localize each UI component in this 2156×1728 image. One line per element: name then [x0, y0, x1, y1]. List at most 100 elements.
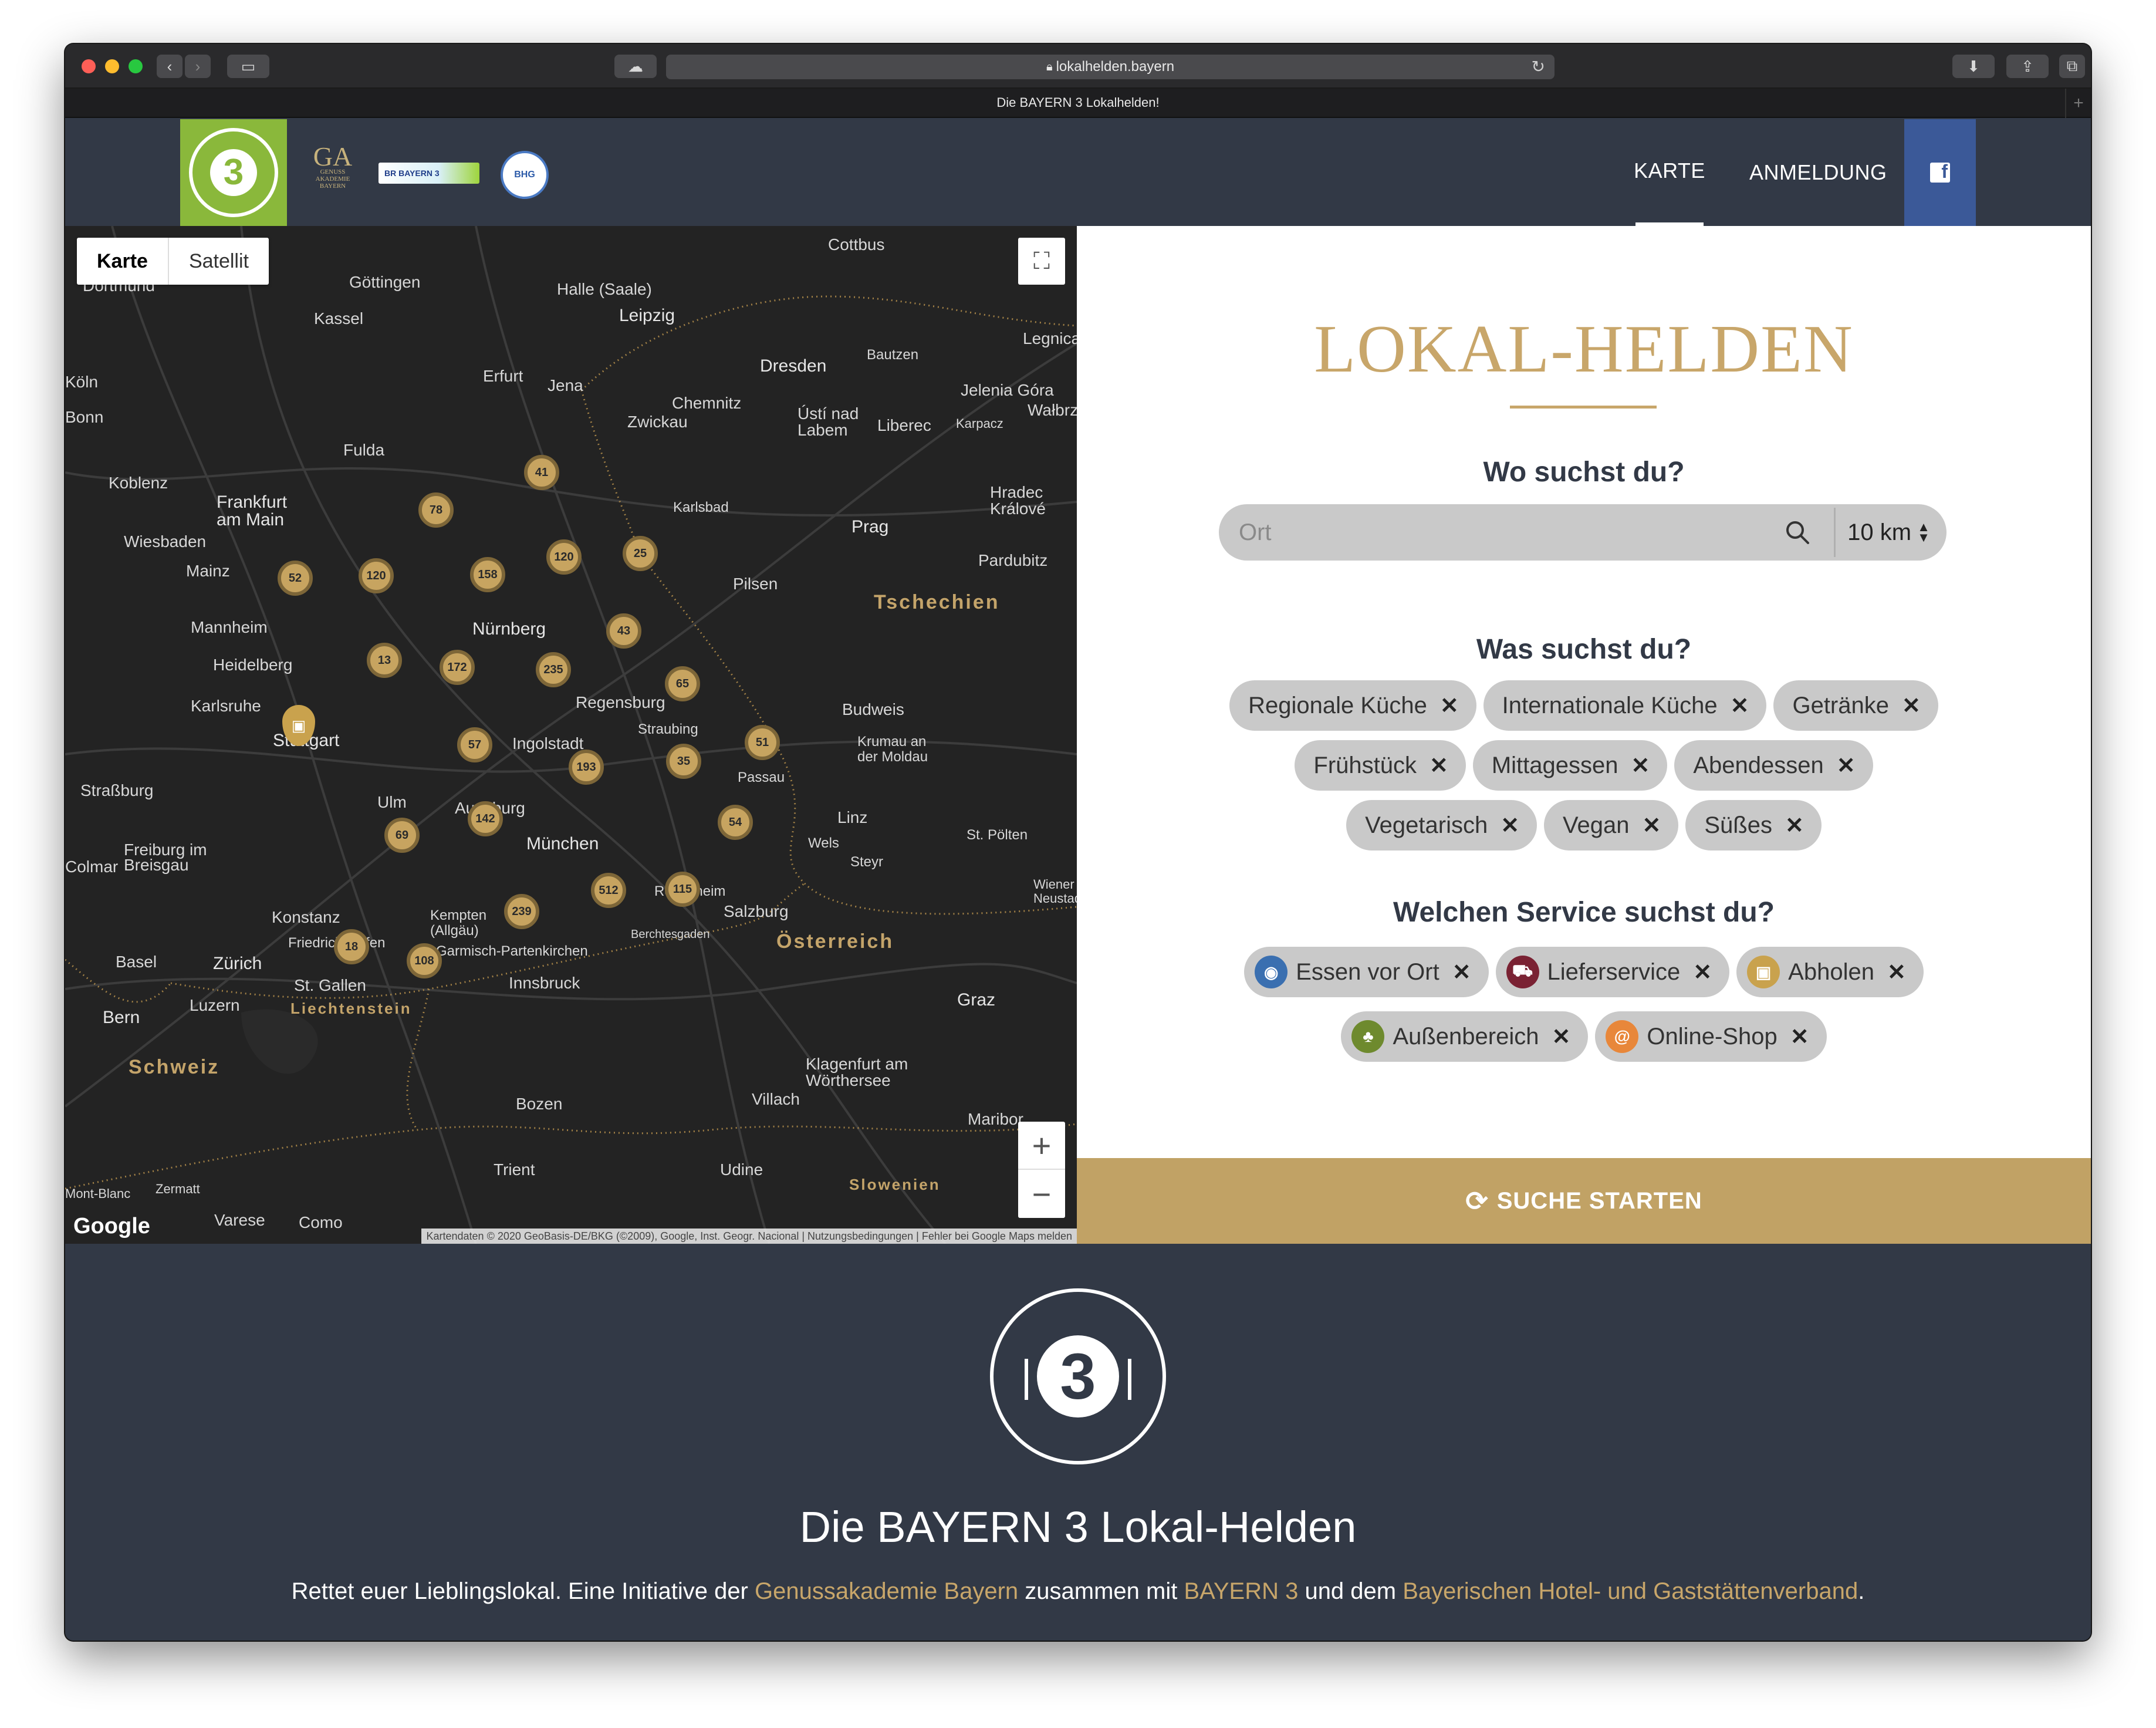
close-icon[interactable]: ✕ — [1643, 812, 1661, 839]
map-city: Linz — [837, 808, 868, 826]
service-chip[interactable]: ♣ Außenbereich ✕ — [1341, 1011, 1589, 1062]
service-chip[interactable]: @ Online-Shop ✕ — [1595, 1011, 1827, 1062]
address-bar[interactable]: 🔒︎ lokalhelden.bayern ↻ — [666, 55, 1555, 79]
map-type-satellit[interactable]: Satellit — [169, 238, 269, 285]
category-chip[interactable]: Getränke ✕ — [1773, 680, 1938, 731]
map[interactable]: Dortmund Göttingen Kassel Halle (Saale) … — [65, 226, 1077, 1244]
map-country: Slowenien — [849, 1176, 941, 1193]
nav-karte[interactable]: KARTE — [1634, 119, 1705, 226]
map-city: Köln — [65, 373, 99, 391]
close-icon[interactable]: ✕ — [1790, 1024, 1809, 1050]
lokalhelden-logo[interactable]: 3 — [180, 119, 287, 226]
map-cluster-marker[interactable]: 43 — [606, 613, 641, 649]
map-cluster-marker[interactable]: 115 — [665, 872, 700, 907]
close-icon[interactable]: ✕ — [1902, 693, 1921, 719]
start-search-button[interactable]: ⟳ SUCHE STARTEN — [1077, 1158, 2091, 1244]
service-chip[interactable]: ◉ Essen vor Ort ✕ — [1244, 947, 1489, 997]
bayern3-link[interactable]: BAYERN 3 — [1184, 1578, 1298, 1604]
map-cluster-marker[interactable]: 52 — [278, 561, 313, 596]
map-cluster-marker[interactable]: 120 — [546, 539, 582, 575]
close-icon[interactable]: ✕ — [1631, 752, 1650, 779]
map-attribution[interactable]: Kartendaten © 2020 GeoBasis-DE/BKG (©200… — [421, 1228, 1077, 1244]
partner-logo-genussakademie[interactable]: GA GENUSS AKADEMIE BAYERN — [306, 143, 360, 190]
browser-window: ‹ › ▭ ☁ 🔒︎ lokalhelden.bayern ↻ ⬇ ⇪ ⧉ Di… — [65, 44, 2091, 1641]
footer-text: Rettet euer Lieblingslokal. Eine Initiat… — [65, 1578, 2091, 1605]
close-icon[interactable]: ✕ — [1430, 752, 1448, 779]
close-icon[interactable]: ✕ — [1552, 1024, 1570, 1050]
zoom-window-button[interactable] — [129, 59, 143, 73]
map-type-karte[interactable]: Karte — [77, 238, 169, 285]
map-cluster-marker[interactable]: 172 — [440, 650, 475, 685]
category-chip[interactable]: Frühstück ✕ — [1295, 740, 1466, 791]
map-cluster-marker[interactable]: 235 — [536, 652, 571, 687]
bhg-link[interactable]: Bayerischen Hotel- und Gaststättenverban… — [1403, 1578, 1858, 1604]
tabs-overview-button[interactable]: ⧉ — [2059, 55, 2085, 78]
category-chip[interactable]: Abendessen ✕ — [1674, 740, 1873, 791]
close-icon[interactable]: ✕ — [1837, 752, 1856, 779]
partner-logo-bhg[interactable]: BHG — [501, 151, 549, 199]
refresh-icon: ⟳ — [1465, 1186, 1489, 1216]
service-chip[interactable]: ▣ Abholen ✕ — [1736, 947, 1924, 997]
tab-title[interactable]: Die BAYERN 3 Lokalhelden! — [996, 95, 1159, 110]
map-city: Bern — [103, 1008, 140, 1027]
map-cluster-marker[interactable]: 25 — [623, 536, 658, 571]
map-cluster-marker[interactable]: 65 — [665, 666, 700, 701]
category-chip[interactable]: Vegetarisch ✕ — [1346, 800, 1537, 851]
reload-icon[interactable]: ↻ — [1532, 57, 1545, 76]
genussakademie-link[interactable]: Genussakademie Bayern — [755, 1578, 1018, 1604]
map-cluster-marker[interactable]: 41 — [524, 455, 559, 490]
close-icon[interactable]: ✕ — [1452, 959, 1471, 986]
zoom-out-button[interactable]: − — [1018, 1170, 1065, 1218]
service-chip[interactable]: ⛟ Lieferservice ✕ — [1495, 947, 1730, 997]
map-cluster-marker[interactable]: 512 — [591, 873, 626, 908]
zoom-in-button[interactable]: + — [1018, 1122, 1065, 1170]
map-cluster-marker[interactable]: 35 — [666, 744, 701, 779]
partner-logo-bayern3[interactable]: BR BAYERN 3 — [379, 163, 479, 184]
fullscreen-button[interactable]: ⛶ — [1018, 238, 1065, 285]
category-chip[interactable]: Regionale Küche ✕ — [1229, 680, 1476, 731]
map-cluster-marker[interactable]: 193 — [569, 750, 604, 785]
forward-button[interactable]: › — [185, 55, 211, 78]
sidebar-toggle-button[interactable]: ▭ — [227, 55, 269, 78]
close-icon[interactable]: ✕ — [1693, 959, 1712, 986]
category-chip[interactable]: Süßes ✕ — [1685, 800, 1822, 851]
close-window-button[interactable] — [82, 59, 96, 73]
close-icon[interactable]: ✕ — [1887, 959, 1906, 986]
map-city: Pardubitz — [978, 551, 1048, 569]
category-chip[interactable]: Mittagessen ✕ — [1472, 740, 1668, 791]
close-icon[interactable]: ✕ — [1785, 812, 1804, 839]
map-cluster-marker[interactable]: 57 — [457, 727, 492, 762]
map-cluster-marker[interactable]: 108 — [407, 943, 442, 978]
chip-row: ♣ Außenbereich ✕ @ Online-Shop ✕ — [1337, 1011, 1830, 1062]
map-cluster-marker[interactable]: 78 — [418, 492, 454, 528]
radius-select[interactable]: 10 km ▲ ▼ — [1834, 508, 1942, 557]
close-icon[interactable]: ✕ — [1501, 812, 1519, 839]
map-cluster-marker[interactable]: 158 — [470, 557, 505, 592]
map-cluster-marker[interactable]: 142 — [468, 801, 503, 836]
close-icon[interactable]: ✕ — [1440, 693, 1459, 719]
icloud-button[interactable]: ☁ — [614, 55, 657, 78]
downloads-button[interactable]: ⬇ — [1952, 55, 1995, 78]
back-button[interactable]: ‹ — [157, 55, 183, 78]
facebook-button[interactable]: f — [1904, 119, 1976, 226]
category-chip[interactable]: Vegan ✕ — [1544, 800, 1679, 851]
nav-anmeldung[interactable]: ANMELDUNG — [1749, 119, 1887, 226]
map-cluster-marker[interactable]: 120 — [359, 558, 394, 593]
chip-label: Essen vor Ort — [1296, 959, 1439, 985]
share-button[interactable]: ⇪ — [2006, 55, 2049, 78]
map-cluster-marker[interactable]: 54 — [718, 805, 753, 840]
map-cluster-marker[interactable]: 69 — [384, 818, 420, 853]
map-city: Wałbrzych — [1028, 401, 1077, 419]
close-icon[interactable]: ✕ — [1731, 693, 1749, 719]
location-input[interactable] — [1219, 504, 1829, 561]
new-tab-button[interactable]: + — [2065, 89, 2091, 118]
map-city: Zermatt — [156, 1182, 200, 1196]
map-cluster-marker[interactable]: 239 — [504, 894, 539, 929]
chip-label: Abendessen — [1693, 752, 1824, 778]
map-cluster-marker[interactable]: 51 — [745, 725, 780, 760]
minimize-window-button[interactable] — [105, 59, 119, 73]
map-cluster-marker[interactable]: 18 — [334, 929, 369, 964]
category-chip[interactable]: Internationale Küche ✕ — [1483, 680, 1767, 731]
search-icon[interactable] — [1783, 518, 1812, 546]
map-cluster-marker[interactable]: 13 — [367, 643, 402, 678]
